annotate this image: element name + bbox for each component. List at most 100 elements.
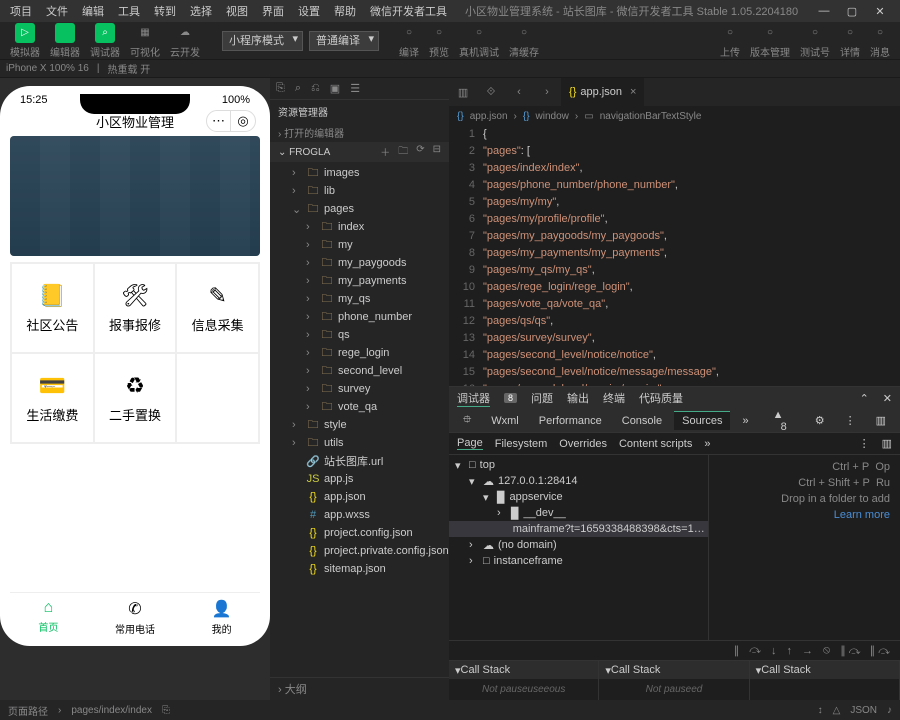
grid-item[interactable]: ✎信息采集 <box>176 263 259 353</box>
bell-icon[interactable]: ♪ <box>887 705 892 716</box>
step-in-icon[interactable]: ↓ <box>771 645 777 657</box>
sub-dots-icon[interactable]: ⋮ <box>859 437 870 450</box>
menu-界面[interactable]: 界面 <box>256 1 290 21</box>
db-icon[interactable]: ☰ <box>350 82 360 95</box>
tree-node[interactable]: ›🗀my_payments <box>270 272 449 290</box>
sources-node[interactable]: ▾▉appservice <box>449 489 708 505</box>
tree-node[interactable]: ⌄🗀pages <box>270 200 449 218</box>
grid-item[interactable]: 💳生活缴费 <box>11 353 94 443</box>
editor-tab-appjson[interactable]: {} app.json × <box>561 78 645 106</box>
inspect-icon[interactable]: ⯐ <box>455 408 479 433</box>
refresh-icon[interactable]: ⟳ <box>416 144 424 161</box>
gear-icon[interactable]: ⚙ <box>807 411 833 430</box>
maximize-icon[interactable]: ▢ <box>842 5 862 18</box>
tbtn-真机调试[interactable]: ○真机调试 <box>455 21 503 61</box>
tree-node[interactable]: ›🗀survey <box>270 380 449 398</box>
menu-设置[interactable]: 设置 <box>292 1 326 21</box>
dt-tab-terminal[interactable]: 终端 <box>603 390 625 406</box>
grid-item[interactable]: ♻二手置换 <box>94 353 177 443</box>
tree-node[interactable]: {}app.json <box>270 488 449 506</box>
scroll-icon[interactable]: ↕ <box>818 705 823 716</box>
tbtn-版本管理[interactable]: ○版本管理 <box>746 21 794 61</box>
search-icon[interactable]: ⌕ <box>295 82 301 95</box>
tree-node[interactable]: JSapp.js <box>270 470 449 488</box>
sub-page[interactable]: Page <box>457 437 483 450</box>
tree-node[interactable]: ›🗀utils <box>270 434 449 452</box>
menu-工具[interactable]: 工具 <box>112 1 146 21</box>
dt-tab-output[interactable]: 输出 <box>567 390 589 406</box>
step-over-icon[interactable]: ⤼ <box>749 644 761 657</box>
tree-node[interactable]: ›🗀second_level <box>270 362 449 380</box>
chevron-up-icon[interactable]: ⌃ <box>860 392 869 405</box>
sub-fs[interactable]: Filesystem <box>495 438 548 450</box>
callstack-hdr-3[interactable]: ▾ Call Stack <box>750 661 899 679</box>
sources-node[interactable]: ›☁(no domain) <box>449 537 708 553</box>
tbtn-调试器[interactable]: ⌕调试器 <box>86 21 124 61</box>
dt-tab-quality[interactable]: 代码质量 <box>639 390 683 406</box>
device-label[interactable]: iPhone X 100% 16 <box>6 63 89 74</box>
pause-icon[interactable]: ∥ <box>734 644 740 657</box>
dock-icon[interactable]: ▥ <box>868 411 894 430</box>
tree-node[interactable]: ›🗀vote_qa <box>270 398 449 416</box>
tree-node[interactable]: ›🗀index <box>270 218 449 236</box>
tbtn-可视化[interactable]: ▦可视化 <box>126 21 164 61</box>
page-path[interactable]: pages/index/index <box>71 705 152 716</box>
sub-cs[interactable]: Content scripts <box>619 438 692 450</box>
cube-icon[interactable]: ▣ <box>330 82 340 95</box>
tree-node[interactable]: ›🗀my_qs <box>270 290 449 308</box>
tbtn-上传[interactable]: ○上传 <box>716 21 744 61</box>
thermal-label[interactable]: 热重载 开 <box>107 61 150 76</box>
step-icon[interactable]: → <box>802 645 813 657</box>
warn-badge[interactable]: ▲ 8 <box>765 406 803 436</box>
tab-首页[interactable]: ⌂首页 <box>38 599 58 636</box>
close-tab-icon[interactable]: × <box>630 86 636 98</box>
tree-node[interactable]: {}sitemap.json <box>270 560 449 578</box>
copy-icon[interactable]: ⎘ <box>162 705 170 716</box>
dt-tab-debugger[interactable]: 调试器 <box>457 390 490 407</box>
sources-node[interactable]: mainframe?t=1659338488398&cts=1659338488… <box>449 521 708 537</box>
sources-node[interactable]: ▾☁127.0.0.1:28414 <box>449 473 708 489</box>
back-icon[interactable]: ‹ <box>505 78 533 106</box>
close-icon[interactable]: ✕ <box>870 5 890 18</box>
tree-node[interactable]: ›🗀my_paygoods <box>270 254 449 272</box>
tree-node[interactable]: 🔗站长图库.url <box>270 452 449 470</box>
explorer-root-header[interactable]: ⌄ FROGLA ＋ 🗀 ⟳ ⊟ <box>270 142 449 162</box>
tree-node[interactable]: ›🗀qs <box>270 326 449 344</box>
menu-编辑[interactable]: 编辑 <box>76 1 110 21</box>
menu-微信开发者工具[interactable]: 微信开发者工具 <box>364 1 453 21</box>
tbtn-预览[interactable]: ○预览 <box>425 21 453 61</box>
collapse-icon[interactable]: ⊟ <box>433 144 441 161</box>
sources-node[interactable]: ▾□top <box>449 457 708 473</box>
callstack-hdr-1[interactable]: ▾ Call Stack <box>449 661 598 679</box>
files-icon[interactable]: ⎘ <box>276 82 285 95</box>
open-editors-label[interactable]: › 打开的编辑器 <box>270 123 449 142</box>
more-tabs-icon[interactable]: » <box>734 412 756 430</box>
grid-item[interactable]: 🛠报事报修 <box>94 263 177 353</box>
tab-常用电话[interactable]: ✆常用电话 <box>115 599 155 636</box>
dt-console[interactable]: Console <box>614 412 670 430</box>
step-out-icon[interactable]: ↑ <box>787 645 793 657</box>
tree-node[interactable]: ›🗀rege_login <box>270 344 449 362</box>
compile-select[interactable]: 普通编译 <box>309 31 379 51</box>
menu-文件[interactable]: 文件 <box>40 1 74 21</box>
grid-item[interactable]: 📒社区公告 <box>11 263 94 353</box>
bookmark-icon[interactable]: ⟐ <box>477 78 505 106</box>
branch-icon[interactable]: ⎌ <box>311 82 320 95</box>
tbtn-清缓存[interactable]: ○清缓存 <box>505 21 543 61</box>
close-panel-icon[interactable]: ✕ <box>883 392 892 405</box>
menu-帮助[interactable]: 帮助 <box>328 1 362 21</box>
tree-node[interactable]: ›🗀my <box>270 236 449 254</box>
menu-选择[interactable]: 选择 <box>184 1 218 21</box>
dt-tab-problems[interactable]: 问题 <box>531 390 553 406</box>
menu-转到[interactable]: 转到 <box>148 1 182 21</box>
tbtn-测试号[interactable]: ○测试号 <box>796 21 834 61</box>
forward-icon[interactable]: › <box>533 78 561 106</box>
more-icon[interactable]: ⋯ <box>207 111 231 131</box>
tree-node[interactable]: ›🗀images <box>270 164 449 182</box>
tbtn-详情[interactable]: ○详情 <box>836 21 864 61</box>
dt-wxml[interactable]: Wxml <box>483 412 527 430</box>
dt-perf[interactable]: Performance <box>531 412 610 430</box>
more-sub-icon[interactable]: » <box>704 438 710 450</box>
target-icon[interactable]: ◎ <box>231 111 255 131</box>
menu-视图[interactable]: 视图 <box>220 1 254 21</box>
